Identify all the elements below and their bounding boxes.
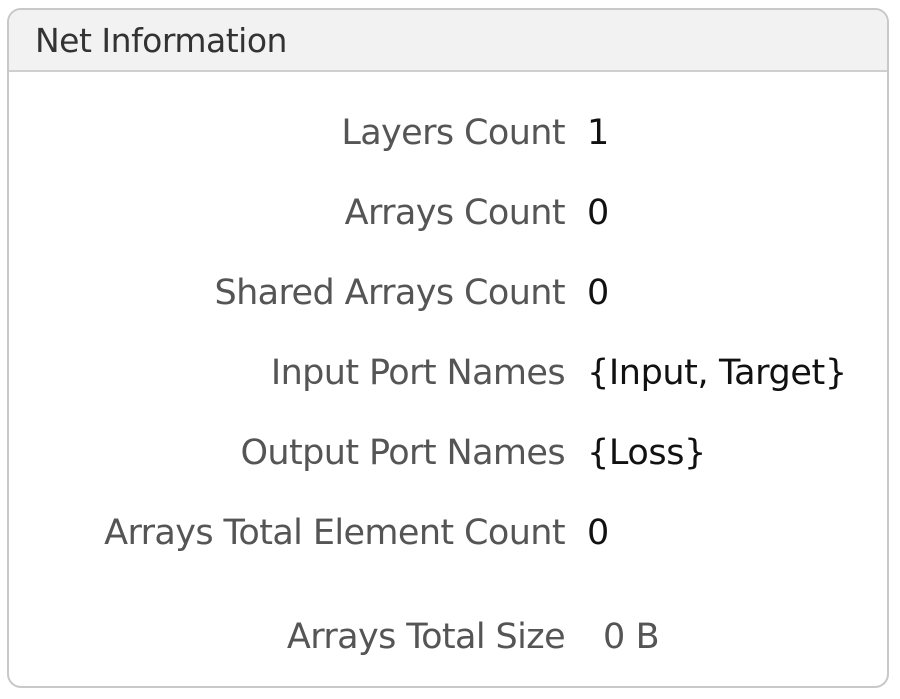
panel-title: Net Information <box>9 10 887 72</box>
row-arrays-total-element-count: Arrays Total Element Count 0 <box>9 509 887 557</box>
row-value: 0 B <box>603 617 660 657</box>
row-input-port-names: Input Port Names {Input, Target} <box>9 349 887 397</box>
row-label: Output Port Names <box>240 433 565 473</box>
row-value: 0 <box>587 193 609 233</box>
row-label: Arrays Total Element Count <box>104 513 565 553</box>
row-arrays-count: Arrays Count 0 <box>9 189 887 237</box>
row-layers-count: Layers Count 1 <box>9 109 887 157</box>
row-label: Shared Arrays Count <box>214 273 565 313</box>
row-value: 0 <box>587 513 609 553</box>
row-output-port-names: Output Port Names {Loss} <box>9 429 887 477</box>
row-value: {Loss} <box>587 433 706 473</box>
row-label: Arrays Count <box>344 193 566 233</box>
row-shared-arrays-count: Shared Arrays Count 0 <box>9 269 887 317</box>
row-arrays-total-size: Arrays Total Size 0 B <box>9 613 887 661</box>
row-value: {Input, Target} <box>587 353 847 393</box>
row-label: Input Port Names <box>270 353 566 393</box>
net-information-panel: Net Information Layers Count 1 Arrays Co… <box>7 8 889 688</box>
row-label: Layers Count <box>341 113 565 153</box>
row-value: 0 <box>587 273 609 313</box>
row-value: 1 <box>587 113 609 153</box>
row-label: Arrays Total Size <box>286 617 566 657</box>
